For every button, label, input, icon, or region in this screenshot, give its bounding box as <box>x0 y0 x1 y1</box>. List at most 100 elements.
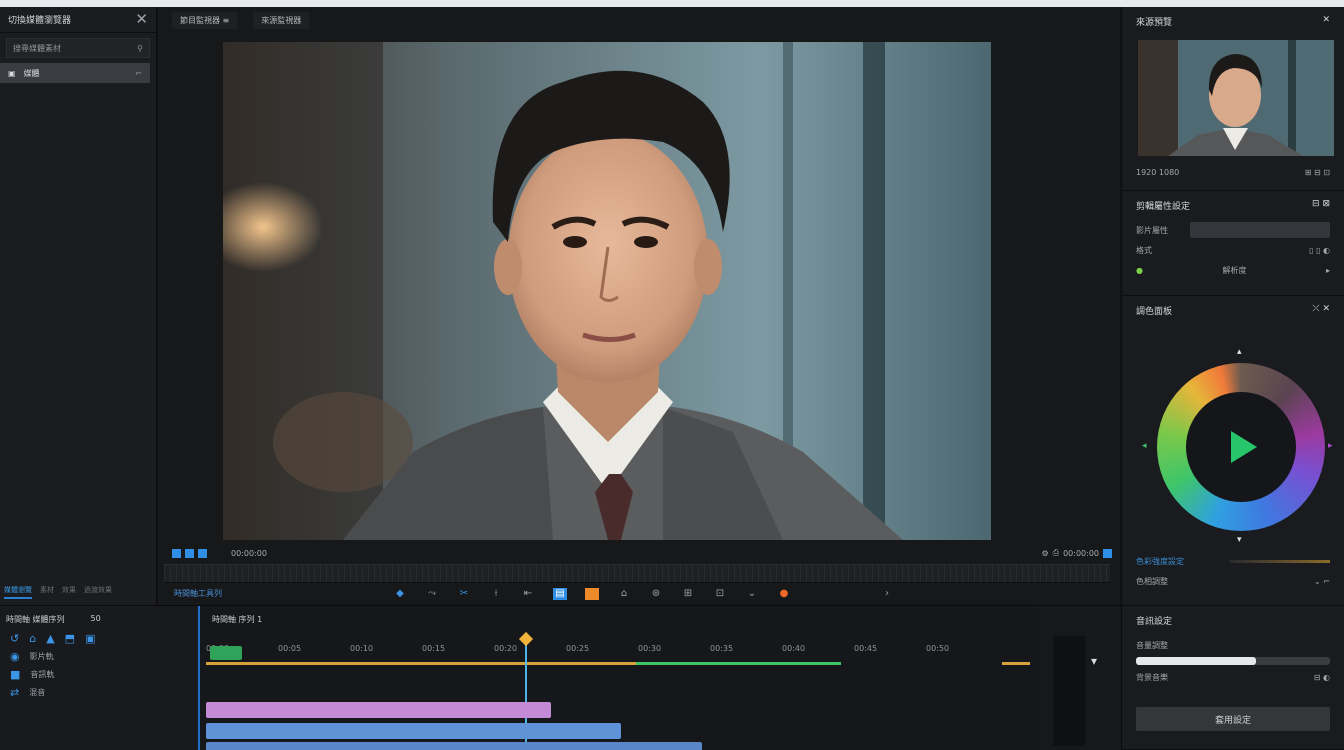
color-slider[interactable] <box>1230 559 1330 563</box>
timecode-current: 00:00:00 <box>231 548 267 558</box>
tab-program-monitor[interactable]: 節目監視器 ≡ <box>172 11 238 29</box>
media-item-label: 媒體 <box>23 68 40 78</box>
zoom-tool-icon[interactable]: ⊛ <box>649 588 663 600</box>
timeline-side-controls: ▾ <box>1037 606 1121 750</box>
close-icon[interactable]: ✕ <box>135 12 148 27</box>
props-dropdown[interactable] <box>1190 222 1330 238</box>
audio-title: 音訊設定 <box>1136 617 1173 627</box>
video-preview-frame[interactable] <box>223 42 991 540</box>
hand-tool-icon[interactable]: ⌂ <box>617 588 631 600</box>
razor-tool-icon[interactable]: ✂ <box>457 588 471 600</box>
track-row-audio[interactable]: ■ 音訊軌 <box>0 665 198 683</box>
tab-transitions[interactable]: 過渡效果 <box>84 585 112 599</box>
selection-tool-icon[interactable]: ◆ <box>393 588 407 600</box>
audio-clip[interactable] <box>206 723 621 739</box>
props-title: 剪輯屬性設定 <box>1136 202 1191 212</box>
play-icon[interactable] <box>1221 427 1261 467</box>
color-row2-icons[interactable]: ⌄ ⌐ <box>1314 577 1330 586</box>
media-list-item[interactable]: ▣ 媒體 ⌐ <box>0 63 150 83</box>
mix-icon[interactable]: ⇄ <box>10 686 19 699</box>
video-clip[interactable] <box>206 702 551 718</box>
audio-track-icon[interactable]: ■ <box>10 668 20 681</box>
tab-media-browse[interactable]: 媒體瀏覽 <box>4 585 32 599</box>
mix-clip[interactable] <box>206 742 702 750</box>
track-header-extra: 50 <box>90 614 101 623</box>
volume-row: 音量調整 <box>1122 635 1344 655</box>
source-preview-header: 來源預覽 ✕ <box>1122 7 1344 36</box>
info-icons[interactable]: ⊞ ⊟ ⊡ <box>1305 168 1330 177</box>
media-search-input[interactable]: 搜尋媒體素材 ⚲ <box>6 38 150 58</box>
export-frame-icon[interactable]: ⎙ <box>1053 548 1059 558</box>
audio-section: 音訊設定 音量調整 背景音樂 ⊟ ◐ 套用設定 <box>1122 606 1344 750</box>
transport-right: ⚙ ⎙ 00:00:00 <box>1041 548 1112 558</box>
slide-tool-icon[interactable]: ⇤ <box>521 588 535 600</box>
source-resolution: 1920 1080 <box>1136 167 1180 177</box>
snap-icon[interactable]: ⬒ <box>65 632 75 645</box>
play-small-icon[interactable]: ▸ <box>1326 266 1330 275</box>
timeline-scrubber[interactable] <box>164 564 1110 582</box>
work-area-end[interactable] <box>1002 662 1030 665</box>
item-menu-icon[interactable]: ⌐ <box>135 69 142 78</box>
pen-tool-icon[interactable]: ▤ <box>553 587 567 600</box>
ruler-mark: 00:30 <box>638 644 662 653</box>
settings-icon[interactable]: ⚙ <box>1041 549 1048 558</box>
link-icon[interactable]: ▣ <box>85 632 95 645</box>
color-header: 調色面板 ⤫ ✕ <box>1122 296 1344 325</box>
ripple-tool-icon[interactable]: ⤳ <box>425 588 439 600</box>
color-title: 調色面板 <box>1136 307 1173 317</box>
apply-button[interactable]: 套用設定 <box>1136 707 1330 731</box>
color-wheel-center <box>1186 392 1296 502</box>
bgm-label: 背景音樂 <box>1136 672 1168 682</box>
bgm-icons[interactable]: ⊟ ◐ <box>1314 673 1330 682</box>
color-wheel[interactable] <box>1157 363 1325 531</box>
bgm-row: 背景音樂 ⊟ ◐ <box>1122 667 1344 687</box>
record-icon[interactable]: ● <box>777 588 791 600</box>
mark-in-icon[interactable] <box>172 548 181 558</box>
in-point-marker[interactable] <box>210 646 242 660</box>
marker-tool-icon[interactable] <box>585 587 599 600</box>
search-icon[interactable]: ⚲ <box>137 44 143 53</box>
volume-slider[interactable] <box>1136 657 1330 665</box>
audio-meter <box>1053 636 1085 746</box>
ruler-mark: 00:20 <box>494 644 518 653</box>
color-row2-label: 色相調整 <box>1136 576 1168 586</box>
track-row-video[interactable]: ◉ 影片軌 <box>0 647 198 665</box>
lock-icon[interactable]: ⌂ <box>29 632 36 645</box>
track-video-label: 影片軌 <box>29 651 54 661</box>
chevron-down-icon[interactable]: ▾ <box>1091 654 1097 668</box>
audio-header: 音訊設定 <box>1122 606 1344 635</box>
track-row-mix[interactable]: ⇄ 混音 <box>0 683 198 701</box>
color-tools-icon[interactable]: ⤫ ✕ <box>1312 304 1330 317</box>
props-row2-label: 格式 <box>1136 245 1152 255</box>
tab-source-monitor[interactable]: 來源監視器 <box>253 11 310 29</box>
audio-tool-icon[interactable]: ⊡ <box>713 588 727 600</box>
volume-label: 音量調整 <box>1136 640 1168 650</box>
slip-tool-icon[interactable]: ⟊ <box>489 588 503 600</box>
work-area-bar[interactable] <box>206 662 636 665</box>
folder-icon: ▣ <box>8 68 16 78</box>
more-icon[interactable]: › <box>880 588 894 600</box>
media-browser-title: 切換媒體瀏覽器 <box>8 16 72 26</box>
target-icon[interactable]: ▲ <box>46 632 54 645</box>
eye-icon[interactable]: ◉ <box>10 650 20 663</box>
loop-icon[interactable] <box>198 548 207 558</box>
ruler-mark: 00:15 <box>422 644 446 653</box>
fullscreen-icon[interactable] <box>1103 548 1112 558</box>
props-row2-icons[interactable]: ▯ ▯ ◐ <box>1309 246 1330 255</box>
media-browser-header: 切換媒體瀏覽器 ✕ <box>0 7 156 33</box>
props-row3-label: 解析度 <box>1222 265 1247 275</box>
tab-effects[interactable]: 效果 <box>62 585 76 599</box>
mark-out-icon[interactable] <box>185 548 194 558</box>
close-icon[interactable]: ✕ <box>1322 15 1330 28</box>
time-ruler[interactable]: 00:00 00:05 00:10 00:15 00:20 00:25 00:3… <box>206 644 1032 664</box>
apply-button-label: 套用設定 <box>1214 715 1251 726</box>
text-tool-icon[interactable]: ⊞ <box>681 588 695 600</box>
undo-icon[interactable]: ↺ <box>10 632 19 645</box>
props-menu-icon[interactable]: ⊟ ⊠ <box>1312 199 1330 212</box>
sequence-title: 時間軸 序列 1 <box>212 615 263 624</box>
source-thumbnail[interactable] <box>1138 40 1334 156</box>
media-search-placeholder: 搜尋媒體素材 <box>13 43 61 53</box>
chevron-down-icon[interactable]: ⌄ <box>745 588 759 600</box>
tab-clips[interactable]: 素材 <box>40 585 54 599</box>
left-panel-tabs: 媒體瀏覽 素材 效果 過渡效果 <box>0 585 150 599</box>
